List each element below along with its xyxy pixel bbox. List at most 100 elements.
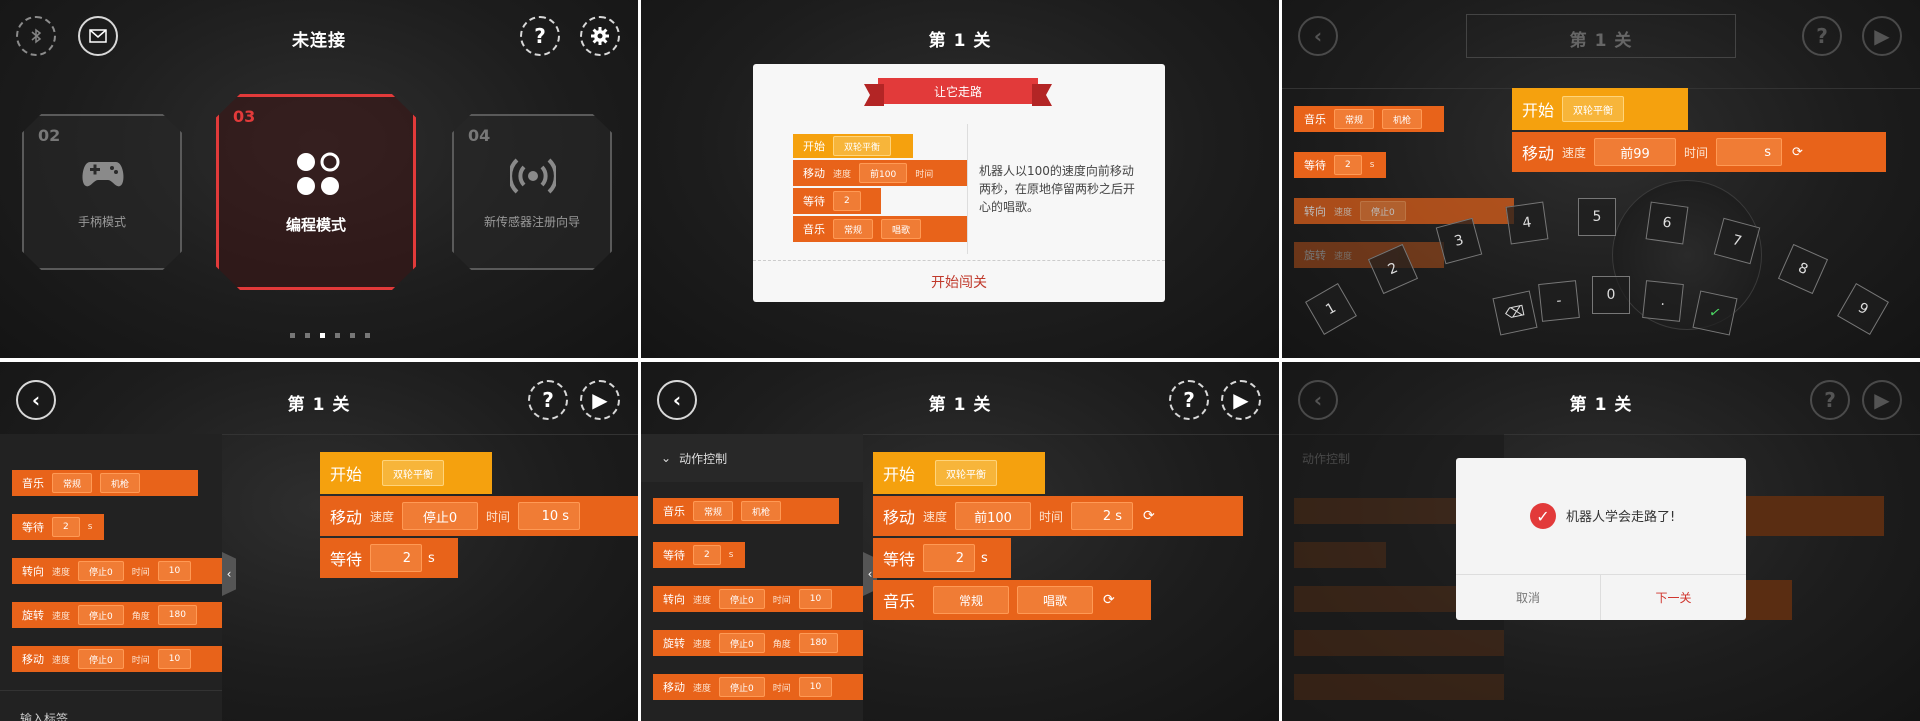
block-label: 音乐 (803, 223, 825, 236)
block-unit: s (728, 550, 734, 560)
keypad-screen: ‹ 第 1 关 ? ▶ 音乐 常规 机枪 等待 2 s 转向 速度 停止0 旋转 速度 开始双… (1282, 0, 1920, 358)
music-block[interactable]: 音乐 常规 唱歌 ⟳ (873, 580, 1151, 620)
help-button[interactable]: ? (1802, 16, 1842, 56)
block-value: 常规 (693, 501, 734, 521)
speed-value[interactable]: 停止0 (402, 502, 479, 530)
run-button[interactable]: ▶ (1862, 380, 1902, 420)
time-value[interactable]: 10 s (518, 502, 581, 530)
wait-block[interactable]: 等待 2 s (320, 538, 458, 578)
palette-rotate-block[interactable]: 旋转 速度 停止0 角度 180 (653, 630, 863, 656)
success-screen: ‹ 第 1 关 ? ▶ 动作控制 ✓ 机器人学会走路了! 取消 下一关 (1282, 362, 1920, 721)
cancel-button[interactable]: 取消 (1456, 575, 1600, 620)
gamepad-mode-card[interactable]: 02 手柄模式 (22, 114, 182, 270)
wait-value[interactable]: 2 (923, 544, 976, 572)
move-block[interactable]: 移动 速度 停止0 时间 10 s (320, 496, 638, 536)
play-icon: ▶ (1874, 24, 1890, 48)
chevron-left-icon: ‹ (867, 567, 873, 581)
page-dot-active[interactable] (320, 333, 325, 338)
sync-icon[interactable]: ⟳ (1143, 508, 1155, 524)
block-param: 时间 (1039, 509, 1064, 524)
time-value[interactable]: s (1716, 138, 1783, 166)
run-button[interactable]: ▶ (1221, 380, 1261, 420)
palette-move-block[interactable]: 移动 速度 停止0 时间 10 (12, 646, 222, 672)
palette-turn-block[interactable]: 转向 速度 停止0 时间 10 (12, 558, 222, 584)
time-value[interactable]: 2 s (1071, 502, 1134, 530)
help-button[interactable]: ? (528, 380, 568, 420)
block-value: 常规 (52, 473, 93, 493)
backspace-key[interactable]: ⌫ (1492, 290, 1538, 336)
key-dot[interactable]: . (1642, 280, 1684, 322)
music-song[interactable]: 唱歌 (1017, 586, 1094, 614)
key-8[interactable]: 8 (1777, 243, 1829, 295)
next-level-button[interactable]: 下一关 (1601, 575, 1746, 620)
palette-turn-block[interactable]: 转向 速度 停止0 (1294, 198, 1514, 224)
block-value: 唱歌 (881, 219, 922, 239)
wait-value[interactable]: 2 (370, 544, 423, 572)
settings-button[interactable] (580, 16, 620, 56)
key-4[interactable]: 4 (1505, 201, 1549, 245)
category-header[interactable]: ⌄ 动作控制 (641, 434, 863, 482)
help-icon: ? (1824, 388, 1836, 412)
run-button[interactable]: ▶ (1862, 16, 1902, 56)
page-dot[interactable] (365, 333, 370, 338)
block-value: 180 (157, 605, 197, 625)
page-dot[interactable] (350, 333, 355, 338)
sync-icon[interactable]: ⟳ (1103, 592, 1115, 608)
palette-music-block[interactable]: 音乐 常规 机枪 (1294, 106, 1444, 132)
block-param: 速度 (693, 683, 712, 694)
page-dot[interactable] (305, 333, 310, 338)
palette-music-block[interactable]: 音乐 常规 机枪 (653, 498, 839, 524)
sync-icon[interactable]: ⟳ (1792, 145, 1803, 160)
page-dot[interactable] (335, 333, 340, 338)
page-indicator (290, 333, 370, 338)
block-palette: ⌄ 动作控制 音乐 常规 机枪 等待 2 s 转向 速度 停止0 时间 10 旋转 速度 停止0 角度 1… (641, 434, 863, 721)
category-label: 动作控制 (679, 451, 728, 466)
palette-music-block[interactable]: 音乐 常规 机枪 (12, 470, 198, 496)
key-5[interactable]: 5 (1578, 198, 1616, 236)
help-button[interactable]: ? (520, 16, 560, 56)
key-3[interactable]: 3 (1435, 217, 1483, 265)
block-option[interactable]: 双轮平衡 (935, 460, 998, 486)
palette-rotate-block[interactable]: 旋转 速度 停止0 角度 180 (12, 602, 222, 628)
start-block[interactable]: 开始 双轮平衡 (1512, 88, 1688, 130)
start-challenge-button[interactable]: 开始闯关 (753, 262, 1165, 302)
music-style[interactable]: 常规 (933, 586, 1010, 614)
card-number: 03 (233, 107, 256, 126)
key-0[interactable]: 0 (1592, 276, 1630, 314)
start-block[interactable]: 开始 双轮平衡 (873, 452, 1045, 494)
key-9[interactable]: 9 (1837, 283, 1889, 335)
block-label: 音乐 (22, 477, 44, 490)
move-block[interactable]: 移动 速度 前100 时间 2 s ⟳ (873, 496, 1243, 536)
speed-value[interactable]: 前100 (955, 502, 1032, 530)
programming-mode-card[interactable]: 03 编程模式 (216, 94, 416, 290)
block-label: 转向 (1304, 205, 1326, 218)
collapse-panel-tab[interactable]: ‹ (222, 552, 236, 596)
palette-wait-block[interactable]: 等待 2 s (12, 514, 104, 540)
card-label: 编程模式 (285, 216, 346, 234)
help-button[interactable]: ? (1810, 380, 1850, 420)
speed-value[interactable]: 前99 (1594, 138, 1677, 166)
start-block[interactable]: 开始 双轮平衡 (320, 452, 492, 494)
help-icon: ? (1816, 24, 1828, 48)
move-block[interactable]: 移动 速度 前99 时间 s ⟳ (1512, 132, 1886, 172)
block-value: 停止0 (78, 649, 124, 669)
block-value: 停止0 (78, 605, 124, 625)
key-1[interactable]: 1 (1305, 283, 1357, 335)
block-option[interactable]: 双轮平衡 (1562, 96, 1625, 122)
palette-wait-block[interactable]: 等待 2 s (653, 542, 745, 568)
palette-move-block[interactable]: 移动 速度 停止0 时间 10 (653, 674, 863, 700)
play-icon: ▶ (1874, 388, 1890, 412)
wait-block[interactable]: 等待 2 s (873, 538, 1011, 578)
run-button[interactable]: ▶ (580, 380, 620, 420)
help-button[interactable]: ? (1169, 380, 1209, 420)
block-value: 停止0 (719, 589, 765, 609)
palette-wait-block[interactable]: 等待 2 s (1294, 152, 1386, 178)
block-option[interactable]: 双轮平衡 (382, 460, 445, 486)
confirm-key[interactable]: ✓ (1692, 290, 1738, 336)
palette-turn-block[interactable]: 转向 速度 停止0 时间 10 (653, 586, 863, 612)
page-dot[interactable] (290, 333, 295, 338)
key-6[interactable]: 6 (1645, 201, 1689, 245)
sensor-wizard-card[interactable]: 04 新传感器注册向导 (452, 114, 612, 270)
palette-rotate-block[interactable]: 旋转 速度 (1294, 242, 1444, 268)
key-minus[interactable]: - (1538, 280, 1580, 322)
